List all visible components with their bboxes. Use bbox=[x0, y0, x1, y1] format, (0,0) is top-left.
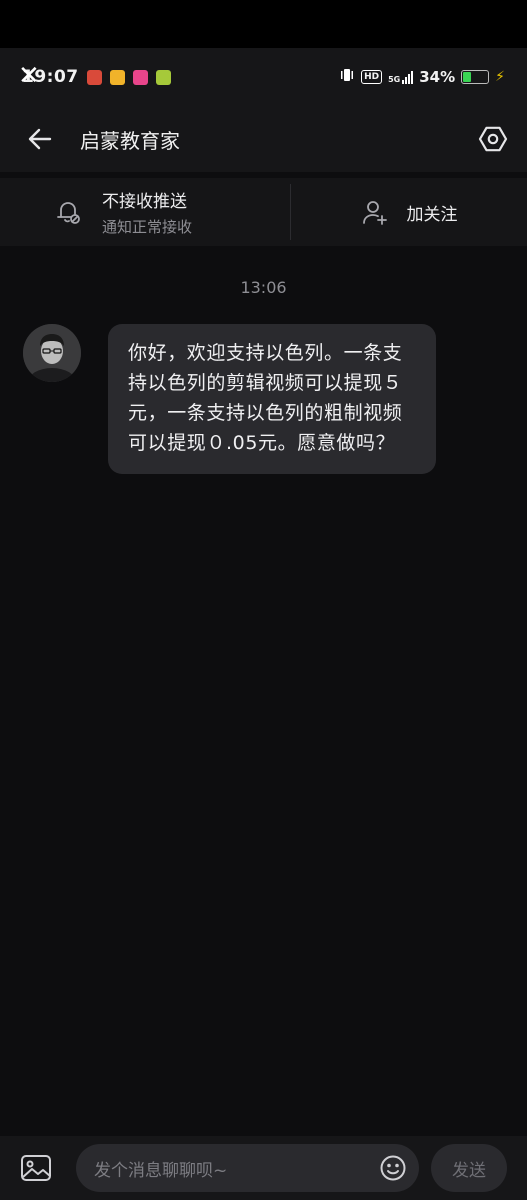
close-x-icon: ✕ bbox=[18, 61, 41, 91]
battery-icon bbox=[461, 70, 490, 84]
avatar-portrait-icon bbox=[23, 324, 81, 382]
image-icon bbox=[21, 1155, 51, 1181]
message-input[interactable]: 发个消息聊聊呗~ bbox=[76, 1144, 419, 1192]
arrow-left-icon bbox=[28, 128, 52, 150]
status-time: ✕ 19:07 bbox=[18, 63, 79, 89]
emoji-icon bbox=[380, 1155, 406, 1181]
app-notification-icon bbox=[132, 69, 148, 85]
network-type: 5G bbox=[388, 75, 401, 84]
send-button[interactable]: 发送 bbox=[431, 1144, 507, 1192]
app-notification-icon bbox=[109, 69, 125, 85]
hd-badge: HD bbox=[361, 70, 383, 84]
options-bar: 不接收推送 通知正常接收 加关注 bbox=[0, 178, 527, 246]
message-row: 你好，欢迎支持以色列。一条支持以色列的剪辑视频可以提现５元，一条支持以色列的粗制… bbox=[23, 324, 436, 474]
message-input-placeholder: 发个消息聊聊呗~ bbox=[94, 1160, 228, 1181]
status-right: HD 5G 34% ⚡ bbox=[339, 68, 505, 86]
push-setting-button[interactable]: 不接收推送 通知正常接收 bbox=[0, 178, 290, 246]
add-user-icon bbox=[362, 201, 387, 225]
hexagon-settings-icon bbox=[478, 126, 508, 152]
app-notification-icon bbox=[155, 69, 171, 85]
signal-icon: 5G bbox=[388, 70, 414, 84]
app-notification-icon bbox=[86, 69, 102, 85]
follow-button[interactable]: 加关注 bbox=[291, 178, 527, 246]
push-setting-title: 不接收推送 bbox=[102, 192, 187, 212]
chat-area[interactable]: 13:06 你好，欢迎支持以色列。一条支持以色列的剪辑视频可以提现５元，一条支持… bbox=[0, 246, 527, 1136]
input-bar: 发个消息聊聊呗~ 发送 bbox=[0, 1136, 527, 1200]
message-timestamp: 13:06 bbox=[240, 278, 287, 297]
battery-percent: 34% bbox=[419, 68, 456, 86]
vibrate-icon bbox=[339, 68, 355, 86]
battery-fill bbox=[463, 72, 472, 82]
status-bar: ✕ 19:07 HD 5G 34% ⚡ bbox=[0, 48, 527, 106]
page-title: 启蒙教育家 bbox=[80, 128, 180, 153]
sender-avatar[interactable] bbox=[23, 324, 81, 382]
chat-header: 启蒙教育家 bbox=[0, 106, 527, 172]
signal-bars-icon bbox=[402, 70, 414, 84]
push-setting-text: 不接收推送 通知正常接收 bbox=[102, 187, 192, 237]
image-button[interactable] bbox=[16, 1148, 56, 1188]
charging-bolt-icon: ⚡ bbox=[495, 69, 505, 85]
follow-label: 加关注 bbox=[406, 204, 458, 225]
back-button[interactable] bbox=[0, 106, 80, 172]
push-setting-subtitle: 通知正常接收 bbox=[102, 218, 193, 236]
settings-button[interactable] bbox=[459, 106, 527, 172]
top-black-band bbox=[0, 0, 527, 48]
status-left: ✕ 19:07 bbox=[18, 63, 171, 89]
emoji-button[interactable] bbox=[377, 1152, 409, 1184]
bell-off-icon bbox=[57, 202, 80, 224]
message-bubble[interactable]: 你好，欢迎支持以色列。一条支持以色列的剪辑视频可以提现５元，一条支持以色列的粗制… bbox=[108, 324, 436, 474]
